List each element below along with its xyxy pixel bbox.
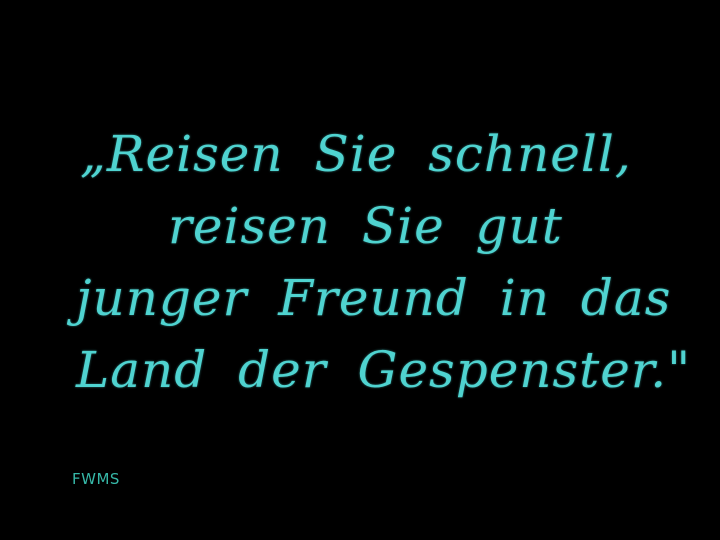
film-frame: „Reisen Sie schnell, reisen Sie gut jung… (0, 0, 720, 540)
intertitle-line-2: reisen Sie gut (168, 197, 563, 255)
intertitle-line-1: „Reisen Sie schnell, (80, 125, 632, 183)
intertitle-line-3: junger Freund in das (76, 269, 672, 327)
watermark-logo: FWMS (72, 470, 120, 488)
intertitle-line-4: Land der Gespenster." (76, 341, 692, 399)
